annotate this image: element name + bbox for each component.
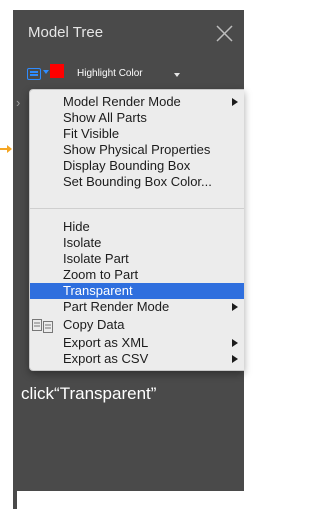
close-icon[interactable]	[216, 25, 233, 42]
chevron-down-icon[interactable]	[174, 73, 180, 77]
menu-item-show-all-parts[interactable]: Show All Parts	[30, 110, 244, 126]
menu-item-set-bounding-box-color[interactable]: Set Bounding Box Color...	[30, 174, 244, 190]
model-tree-icon[interactable]	[27, 68, 41, 80]
highlight-color-dropdown[interactable]: Highlight Color	[77, 68, 143, 79]
menu-item-display-bounding-box[interactable]: Display Bounding Box	[30, 158, 244, 174]
menu-item-isolate[interactable]: Isolate	[30, 235, 244, 251]
panel-header: Model Tree	[13, 10, 244, 56]
menu-item-export-as-xml[interactable]: Export as XML	[30, 335, 244, 351]
submenu-arrow-icon	[232, 303, 238, 311]
submenu-arrow-icon	[232, 339, 238, 347]
chevron-down-icon[interactable]	[43, 70, 49, 74]
menu-item-fit-visible[interactable]: Fit Visible	[30, 126, 244, 142]
menu-item-export-as-csv[interactable]: Export as CSV	[30, 351, 244, 367]
bottom-strip	[17, 491, 244, 509]
menu-item-model-render-mode[interactable]: Model Render Mode	[30, 94, 244, 110]
menu-item-part-render-mode[interactable]: Part Render Mode	[30, 299, 244, 315]
chevron-down-icon: ›	[16, 95, 21, 110]
pointer-arrow-icon	[0, 145, 12, 153]
menu-item-hide[interactable]: Hide	[30, 219, 244, 235]
menu-divider	[30, 208, 244, 209]
menu-item-isolate-part[interactable]: Isolate Part	[30, 251, 244, 267]
copy-data-icon	[32, 319, 53, 333]
menu-item-transparent[interactable]: Transparent	[30, 283, 244, 299]
menu-item-zoom-to-part[interactable]: Zoom to Part	[30, 267, 244, 283]
menu-item-show-physical-properties[interactable]: Show Physical Properties	[30, 142, 244, 158]
context-menu: Model Render Mode Show All Parts Fit Vis…	[29, 89, 244, 371]
instruction-text: click“Transparent”	[21, 384, 157, 403]
menu-item-copy-data[interactable]: Copy Data	[30, 317, 244, 333]
panel-toolbar: Highlight Color	[13, 62, 244, 86]
submenu-arrow-icon	[232, 98, 238, 106]
panel-title: Model Tree	[28, 24, 104, 41]
submenu-arrow-icon	[232, 355, 238, 363]
highlight-color-swatch[interactable]	[50, 64, 64, 78]
